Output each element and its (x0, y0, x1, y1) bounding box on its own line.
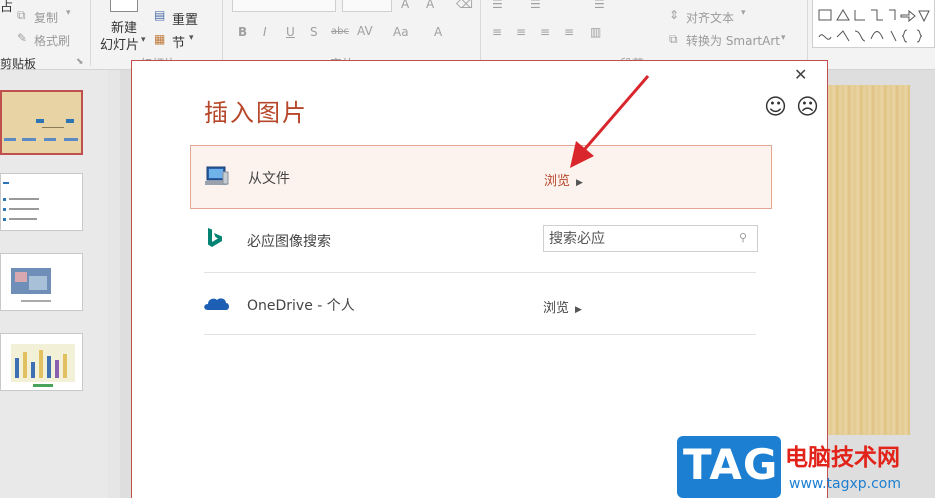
align-text-button[interactable]: 对齐文本 (686, 9, 734, 26)
tag-logo-text: TAG (683, 440, 779, 489)
row-divider (204, 334, 756, 335)
bing-image-search-row: 必应图像搜索 ⚲ (190, 209, 772, 273)
shadow-button[interactable]: S (310, 25, 318, 39)
smile-icon[interactable]: ☺ (764, 95, 787, 120)
reset-button[interactable]: 重置 (172, 9, 198, 28)
shapes-gallery[interactable] (812, 0, 935, 48)
bullets-icon[interactable]: ☰ (492, 0, 503, 11)
annotation-arrow (570, 75, 650, 168)
triangle-right-icon: ▶ (575, 305, 582, 315)
align-text-icon: ⇕ (669, 8, 680, 22)
format-painter-button[interactable]: 格式刷 (34, 32, 70, 49)
close-icon[interactable]: ✕ (794, 65, 807, 84)
section-button[interactable]: 节 (172, 32, 185, 51)
row-divider (204, 272, 756, 273)
align-center-icon[interactable]: ≡ (516, 25, 526, 39)
font-name-select[interactable] (232, 0, 336, 12)
slide-thumbnail-pane (0, 70, 108, 498)
align-right-icon[interactable]: ≡ (540, 25, 550, 39)
slide-thumbnail-4[interactable] (0, 333, 83, 391)
italic-button[interactable]: I (263, 25, 267, 39)
slide-thumbnail-4-content (11, 344, 75, 387)
grow-font-icon[interactable]: A (401, 0, 409, 11)
justify-icon[interactable]: ≡ (564, 25, 574, 39)
bing-icon (208, 228, 222, 247)
char-spacing-button[interactable]: AV (357, 24, 373, 38)
from-file-row[interactable]: 从文件 浏览 ▶ (190, 145, 772, 209)
new-slide-button-label[interactable]: 幻灯片 (100, 34, 139, 53)
tagxp-watermark: TAG 电脑技术网 www.tagxp.com (677, 436, 935, 498)
reset-icon: ▤ (154, 8, 166, 22)
underline-button[interactable]: U (286, 25, 295, 39)
onedrive-row[interactable]: OneDrive - 个人 浏览 ▶ (190, 273, 772, 337)
from-file-label: 从文件 (248, 171, 290, 187)
numbering-icon[interactable]: ☰ (530, 0, 541, 11)
paste-button-fragment[interactable]: 占 (0, 0, 13, 15)
copy-button[interactable]: 复制 (34, 9, 58, 26)
slide-thumbnail-3[interactable] (0, 253, 83, 311)
bing-search-box[interactable]: ⚲ (543, 225, 758, 252)
bing-image-search-label: 必应图像搜索 (247, 234, 331, 250)
line-spacing-icon[interactable]: ☰ (594, 0, 605, 11)
slide-thumbnail-2[interactable] (0, 173, 83, 231)
shrink-font-icon[interactable]: A (426, 0, 434, 11)
change-case-button[interactable]: Aa (393, 25, 409, 39)
search-icon[interactable]: ⚲ (739, 231, 747, 244)
strikethrough-button[interactable]: abc (331, 26, 349, 37)
onedrive-icon (204, 298, 229, 310)
bing-search-input[interactable] (544, 226, 724, 251)
section-icon: ▦ (154, 32, 166, 46)
shapes-gallery-icons (818, 9, 930, 43)
smartart-icon: ⧉ (669, 32, 678, 46)
onedrive-label: OneDrive - 个人 (247, 298, 355, 314)
chevron-down-icon: ▾ (141, 35, 146, 45)
slide-thumbnail-1[interactable] (0, 90, 83, 155)
clear-format-icon[interactable]: ⌫ (456, 0, 473, 11)
chevron-down-icon: ▾ (66, 8, 71, 18)
tag-logo: TAG (677, 436, 781, 498)
chevron-down-icon: ▾ (781, 33, 786, 43)
copy-icon: ⧉ (17, 8, 26, 22)
browse-onedrive-label: 浏览 (543, 301, 570, 316)
dialog-title: 插入图片 (204, 99, 308, 127)
format-painter-icon: ✎ (17, 31, 28, 45)
site-name: 电脑技术网 (785, 445, 900, 471)
font-size-select[interactable] (342, 0, 392, 12)
columns-icon[interactable]: ▥ (590, 25, 601, 39)
chevron-down-icon: ▾ (189, 33, 194, 43)
chevron-down-icon: ▾ (741, 8, 746, 18)
slide-background-texture (828, 85, 910, 435)
dialog-launcher-icon[interactable]: ⬊ (76, 57, 84, 67)
slide-thumbnail-2-content (3, 182, 39, 221)
new-slide-icon[interactable] (110, 0, 138, 12)
insert-picture-dialog: ✕ 插入图片 ☺ ☹ 从文件 浏览▶ 必应图像搜索 ⚲ OneDrive - 个… (131, 60, 828, 498)
bold-button[interactable]: B (238, 25, 247, 39)
browse-onedrive-link[interactable]: 浏览 ▶ (543, 297, 582, 316)
convert-smartart-button[interactable]: 转换为 SmartArt (686, 32, 780, 49)
site-url: www.tagxp.com (789, 476, 901, 492)
computer-icon (205, 166, 229, 185)
frown-icon[interactable]: ☹ (796, 95, 819, 120)
align-left-icon[interactable]: ≡ (492, 25, 502, 39)
font-color-button[interactable]: A (434, 25, 442, 39)
slide-thumbnail-1-content (2, 92, 81, 153)
slide-thumbnail-3-content (11, 268, 51, 302)
